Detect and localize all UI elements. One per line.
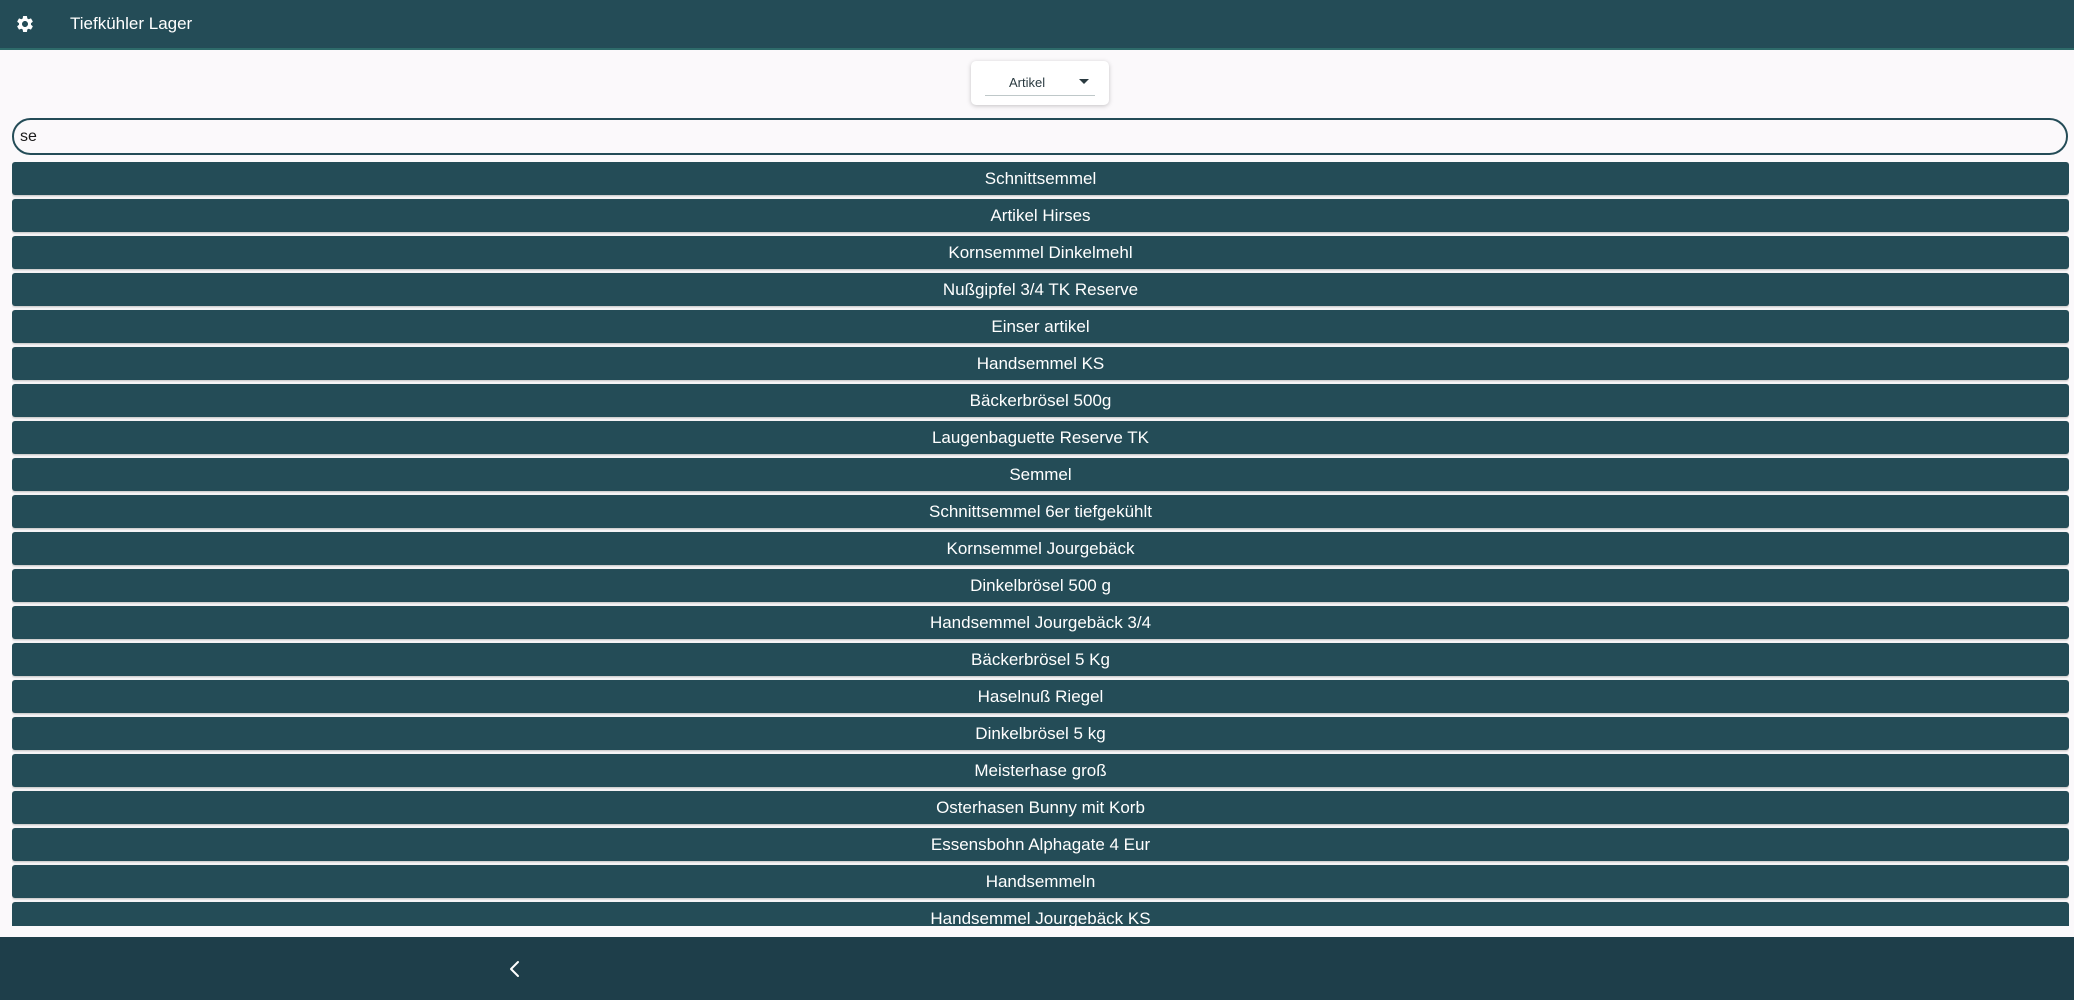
list-item[interactable]: Einser artikel (12, 310, 2069, 343)
list-item[interactable]: Kornsemmel Dinkelmehl (12, 236, 2069, 269)
list-item[interactable]: Laugenbaguette Reserve TK (12, 421, 2069, 454)
results-list-viewport[interactable]: Schnittsemmel Artikel Hirses Kornsemmel Di… (12, 162, 2069, 926)
list-item[interactable]: Handsemmel Jourgebäck KS (12, 902, 2069, 926)
category-dropdown[interactable]: Artikel (985, 69, 1095, 96)
list-item[interactable]: Osterhasen Bunny mit Korb (12, 791, 2069, 824)
list-item[interactable]: Semmel (12, 458, 2069, 491)
back-button[interactable] (495, 949, 535, 989)
list-item[interactable]: Schnittsemmel 6er tiefgekühlt (12, 495, 2069, 528)
gear-icon (17, 15, 33, 32)
list-item[interactable]: Nußgipfel 3/4 TK Reserve (12, 273, 2069, 306)
list-item[interactable]: Kornsemmel Jourgebäck (12, 532, 2069, 565)
results-list: Schnittsemmel Artikel Hirses Kornsemmel Di… (12, 162, 2069, 926)
category-selector-card: Artikel (971, 61, 1109, 105)
list-item[interactable]: Bäckerbrösel 5 Kg (12, 643, 2069, 676)
search-input[interactable] (12, 118, 2068, 155)
app-bar: Tiefkühler Lager (0, 0, 2074, 50)
list-item[interactable]: Meisterhase groß (12, 754, 2069, 787)
app-title: Tiefkühler Lager (70, 14, 193, 33)
list-item[interactable]: Artikel Hirses (12, 199, 2069, 232)
list-item[interactable]: Handsemmel Jourgebäck 3/4 (12, 606, 2069, 639)
list-item[interactable]: Bäckerbrösel 500g (12, 384, 2069, 417)
category-dropdown-value: Artikel (1009, 74, 1046, 90)
settings-button[interactable] (0, 0, 50, 49)
list-item[interactable]: Dinkelbrösel 500 g (12, 569, 2069, 602)
list-item[interactable]: Handsemmeln (12, 865, 2069, 898)
list-item[interactable]: Dinkelbrösel 5 kg (12, 717, 2069, 750)
list-item[interactable]: Haselnuß Riegel (12, 680, 2069, 713)
dropdown-caret-icon (1079, 79, 1089, 84)
list-item[interactable]: Handsemmel KS (12, 347, 2069, 380)
back-chevron-icon (510, 961, 519, 977)
list-item[interactable]: Schnittsemmel (12, 162, 2069, 195)
bottom-navigation-bar (0, 937, 2074, 1000)
list-item[interactable]: Essensbohn Alphagate 4 Eur (12, 828, 2069, 861)
